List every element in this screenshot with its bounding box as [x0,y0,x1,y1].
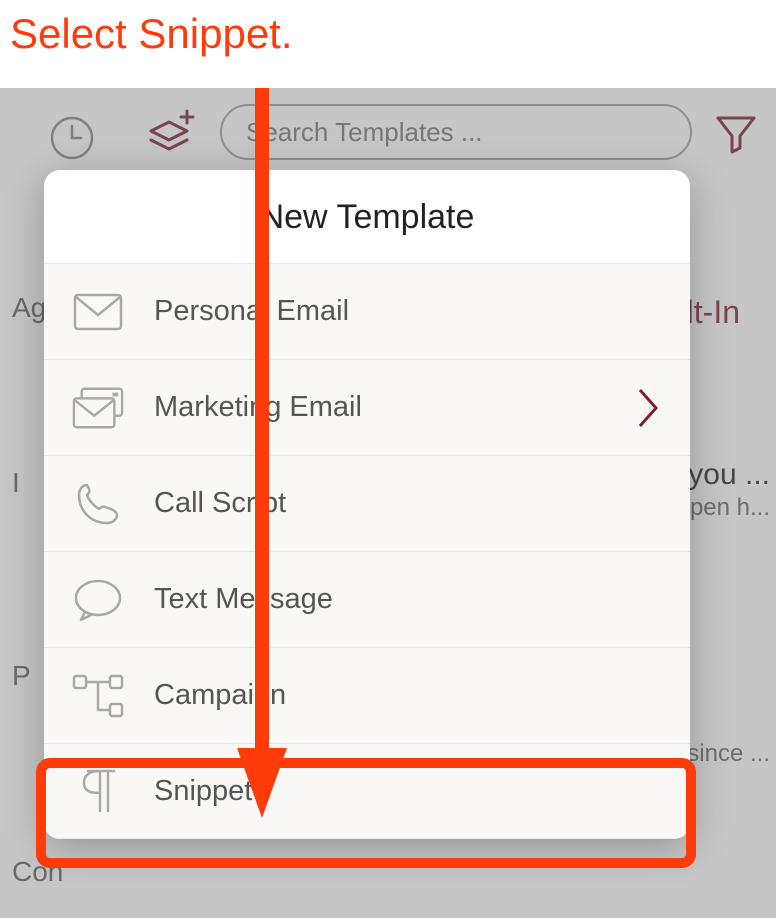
menu-item-label: Text Message [154,583,662,616]
menu-item-label: Campaign [154,679,662,712]
menu-item-text-message[interactable]: Text Message [44,551,690,647]
menu-item-call-script[interactable]: Call Script [44,455,690,551]
new-template-popover: New Template Personal Email Ma [44,170,690,839]
chevron-right-icon [634,386,662,430]
menu-item-snippet[interactable]: Snippet [44,743,690,839]
envelopes-icon [72,382,124,434]
phone-icon [72,478,124,530]
speech-bubble-icon [72,574,124,626]
menu-item-marketing-email[interactable]: Marketing Email [44,359,690,455]
workflow-icon [72,670,124,722]
menu-item-label: Call Script [154,487,662,520]
popover-list: Personal Email Marketing Email [44,263,690,839]
menu-item-personal-email[interactable]: Personal Email [44,263,690,359]
envelope-icon [72,286,124,338]
menu-item-campaign[interactable]: Campaign [44,647,690,743]
menu-item-label: Personal Email [154,295,662,328]
menu-item-label: Snippet [154,775,662,808]
pilcrow-icon [72,765,124,817]
annotation-label: Select Snippet. [10,10,293,58]
popover-title: New Template [44,170,690,263]
menu-item-label: Marketing Email [154,391,634,424]
